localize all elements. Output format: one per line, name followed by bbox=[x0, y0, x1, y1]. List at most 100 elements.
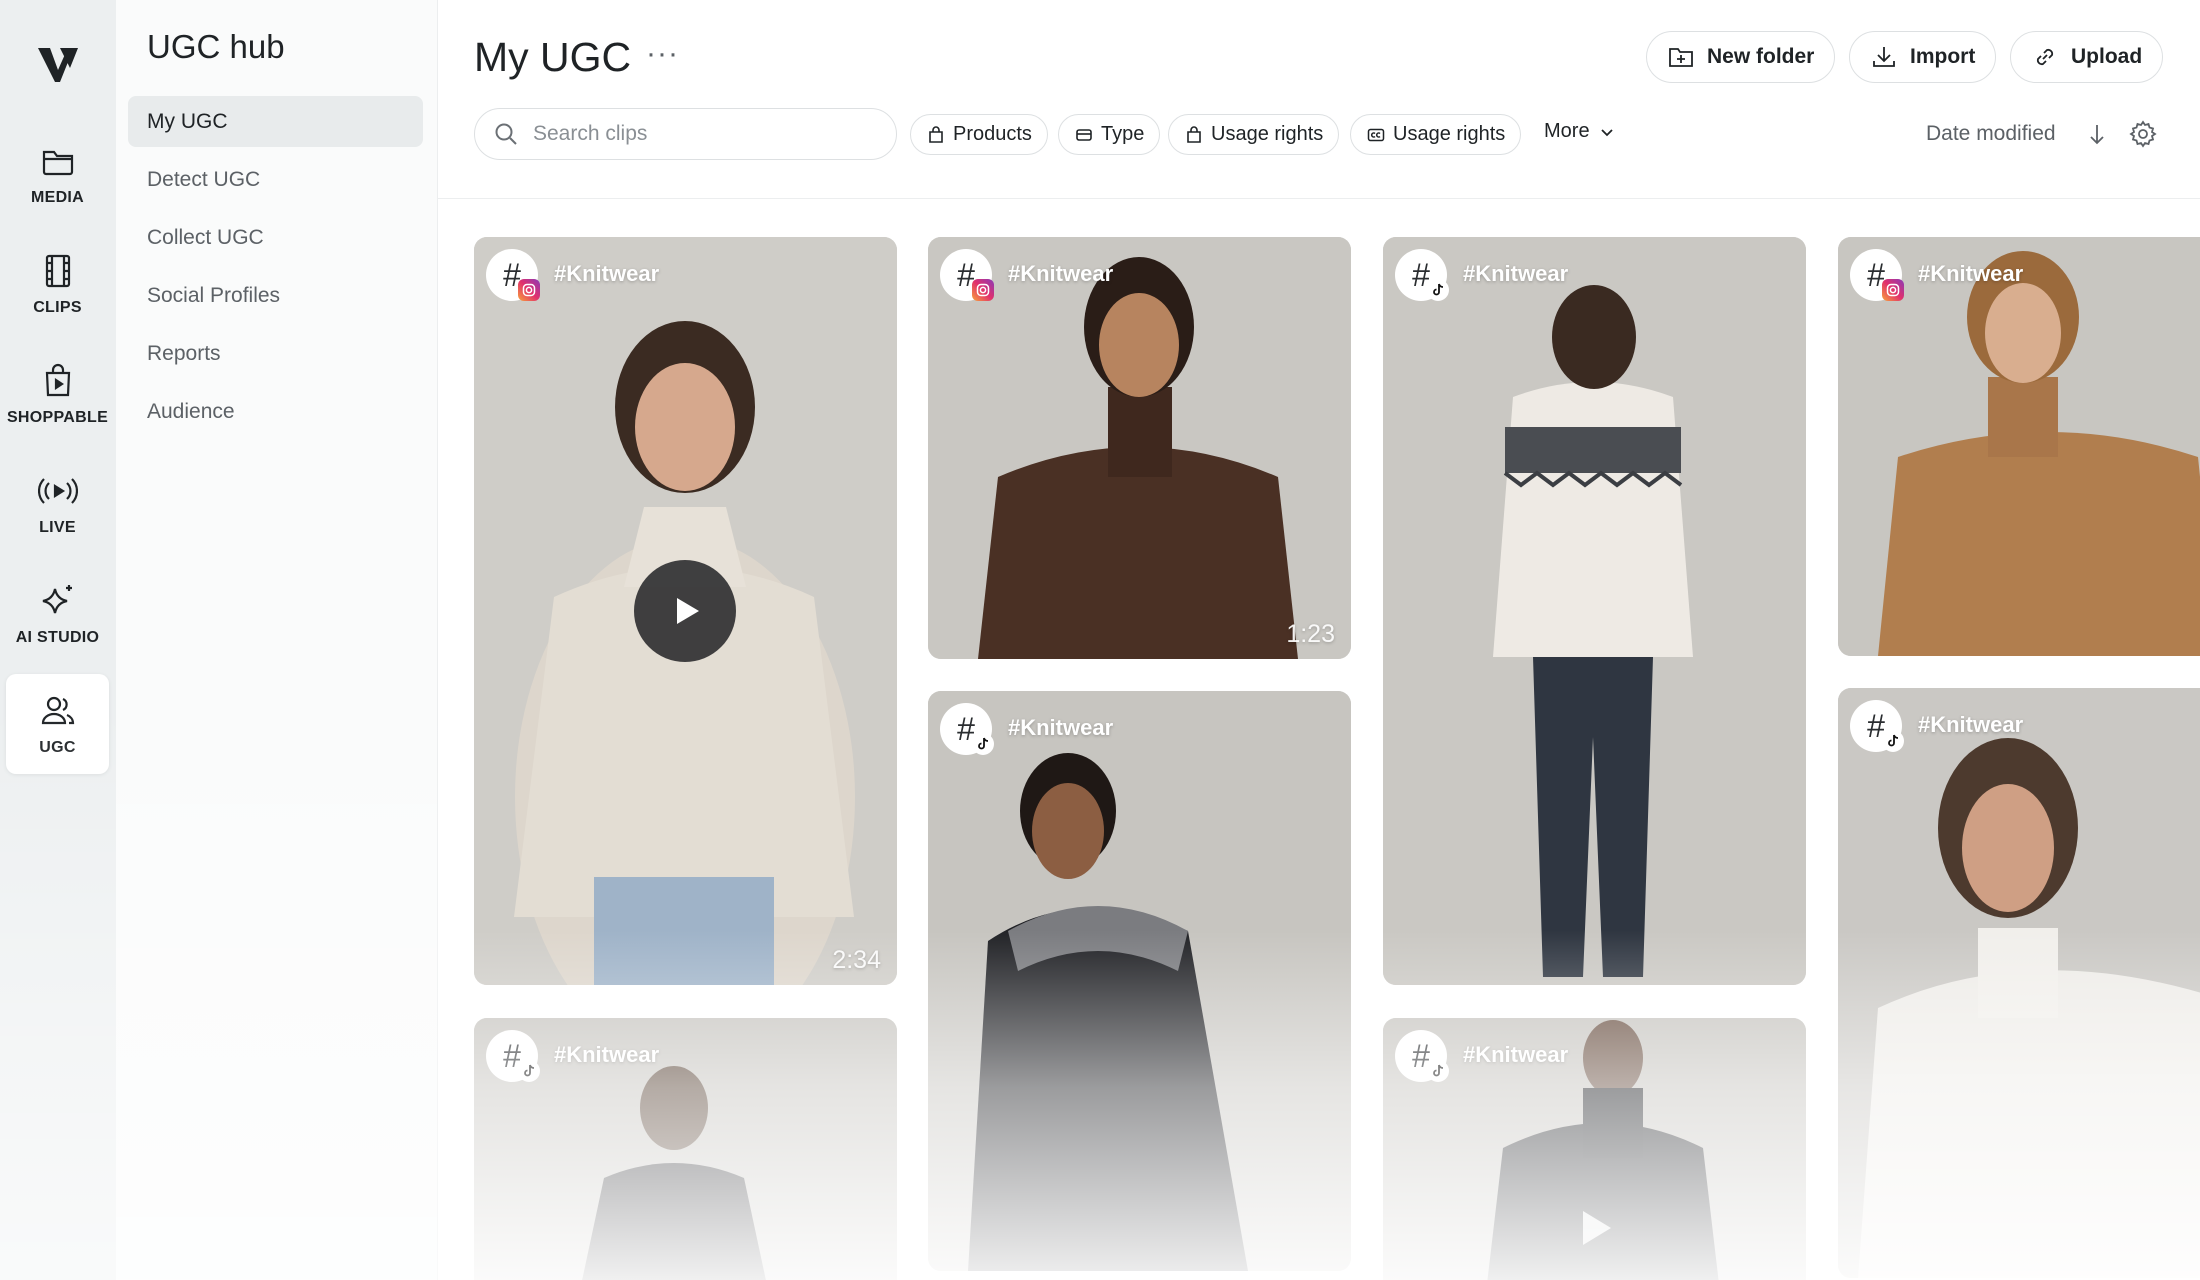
hashtag-label: #Knitwear bbox=[554, 261, 660, 286]
clip-thumbnail bbox=[1838, 688, 2200, 1278]
hashtag-badge: # bbox=[1395, 1030, 1449, 1082]
rail-item-label: MEDIA bbox=[30, 189, 85, 206]
new-folder-button[interactable]: New folder bbox=[1646, 31, 1836, 83]
instagram-icon bbox=[972, 279, 994, 301]
ugc-card[interactable]: # #Knitwear bbox=[1383, 1018, 1806, 1280]
filter-type[interactable]: Type bbox=[1058, 114, 1161, 155]
search-input[interactable] bbox=[533, 122, 853, 146]
sidebar-item-social-profiles[interactable]: Social Profiles bbox=[128, 270, 423, 321]
hashtag-badge: # bbox=[486, 1030, 540, 1082]
filter-label: Type bbox=[1101, 123, 1145, 145]
rail-item-live[interactable]: LIVE bbox=[6, 454, 109, 554]
sidebar-title: UGC hub bbox=[147, 28, 285, 65]
hashtag-label: #Knitwear bbox=[1008, 715, 1114, 740]
sidebar-item-my-ugc[interactable]: My UGC bbox=[128, 96, 423, 147]
play-button[interactable] bbox=[634, 560, 736, 662]
rail-item-label: AI STUDIO bbox=[15, 629, 100, 646]
sidebar-item-audience[interactable]: Audience bbox=[128, 386, 423, 437]
rail-item-label: LIVE bbox=[39, 519, 76, 536]
shopping-bag-play-icon bbox=[45, 363, 70, 397]
duration-label: 2:34 bbox=[832, 946, 881, 974]
ugc-card[interactable]: # #Knitwear 1:23 bbox=[928, 237, 1351, 659]
sort-descending-icon[interactable] bbox=[2084, 120, 2110, 148]
sort-dropdown[interactable]: Date modified bbox=[1926, 122, 2056, 146]
clip-thumbnail bbox=[928, 691, 1351, 1271]
ugc-card[interactable]: # #Knitwear bbox=[1838, 237, 2200, 656]
hashtag-label: #Knitwear bbox=[1918, 712, 2024, 737]
card-icon bbox=[1076, 128, 1092, 141]
filter-usage-rights[interactable]: Usage rights bbox=[1168, 114, 1340, 155]
rail-item-label: SHOPPABLE bbox=[6, 409, 109, 426]
folder-icon bbox=[42, 150, 73, 176]
rail-item-clips[interactable]: CLIPS bbox=[6, 234, 109, 334]
upload-label: Upload bbox=[2071, 45, 2143, 68]
ugc-card[interactable]: # #Knitwear bbox=[928, 691, 1351, 1271]
chevron-down-icon bbox=[1600, 128, 1613, 136]
hashtag-badge: # bbox=[1395, 249, 1449, 301]
new-folder-label: New folder bbox=[1707, 45, 1815, 68]
import-label: Import bbox=[1910, 45, 1976, 68]
broadcast-icon bbox=[37, 478, 78, 504]
rail-item-label: UGC bbox=[39, 739, 76, 756]
filter-usage-rights-cc[interactable]: Usage rights bbox=[1350, 114, 1522, 155]
sidebar-item-collect-ugc[interactable]: Collect UGC bbox=[128, 212, 423, 263]
gear-icon[interactable] bbox=[2128, 119, 2158, 149]
sidebar-item-reports[interactable]: Reports bbox=[128, 328, 423, 379]
duration-label: 1:23 bbox=[1286, 620, 1335, 648]
download-icon bbox=[1873, 47, 1895, 67]
rail-item-shoppable[interactable]: SHOPPABLE bbox=[6, 344, 109, 444]
hashtag-label: #Knitwear bbox=[1463, 261, 1569, 286]
tiktok-icon bbox=[1427, 279, 1449, 301]
instagram-icon bbox=[1882, 279, 1904, 301]
ugc-card[interactable]: # #Knitwear bbox=[474, 1018, 897, 1280]
sparkle-icon bbox=[42, 585, 72, 614]
filter-label: Products bbox=[953, 123, 1032, 145]
import-button[interactable]: Import bbox=[1849, 31, 1997, 83]
rail-item-media[interactable]: MEDIA bbox=[6, 124, 109, 224]
ugc-card[interactable]: # #Knitwear bbox=[1838, 688, 2200, 1278]
hashtag-badge: # bbox=[940, 703, 994, 755]
sidebar-item-detect-ugc[interactable]: Detect UGC bbox=[128, 154, 423, 205]
hashtag-label: #Knitwear bbox=[1008, 261, 1114, 286]
icon-rail: MEDIA CLIPS SHOPPABLE LIVE AI STUDIO UGC bbox=[0, 0, 116, 1280]
more-options-button[interactable]: ··· bbox=[646, 39, 679, 69]
ugc-card[interactable]: # #Knitwear bbox=[1383, 237, 1806, 985]
upload-button[interactable]: Upload bbox=[2010, 31, 2164, 83]
tiktok-icon bbox=[972, 733, 994, 755]
hashtag-label: #Knitwear bbox=[1463, 1042, 1569, 1067]
hashtag-label: #Knitwear bbox=[554, 1042, 660, 1067]
folder-plus-icon bbox=[1669, 48, 1693, 67]
hashtag-badge: # bbox=[1850, 249, 1904, 301]
users-icon bbox=[41, 696, 74, 725]
tiktok-icon bbox=[518, 1060, 540, 1082]
film-icon bbox=[45, 254, 70, 288]
ugc-card[interactable]: # #Knitwear 2:34 bbox=[474, 237, 897, 985]
rail-item-label: CLIPS bbox=[33, 299, 82, 316]
brand-logo-icon[interactable] bbox=[36, 44, 80, 84]
header-divider bbox=[438, 198, 2200, 199]
filter-products[interactable]: Products bbox=[910, 114, 1048, 155]
link-icon bbox=[2036, 48, 2054, 66]
tiktok-icon bbox=[1427, 1060, 1449, 1082]
page-title: My UGC bbox=[474, 34, 632, 80]
hashtag-label: #Knitwear bbox=[1918, 261, 2024, 286]
cc-icon bbox=[1367, 128, 1385, 141]
bag-icon bbox=[929, 125, 943, 143]
search-field[interactable] bbox=[474, 108, 897, 160]
rail-item-ugc[interactable]: UGC bbox=[6, 674, 109, 774]
filter-label: Usage rights bbox=[1211, 123, 1324, 145]
hashtag-badge: # bbox=[940, 249, 994, 301]
play-icon bbox=[677, 598, 699, 624]
clip-thumbnail bbox=[1383, 237, 1806, 985]
ugc-sidebar: UGC hub My UGC Detect UGC Collect UGC So… bbox=[116, 0, 438, 1280]
play-icon[interactable] bbox=[1579, 1208, 1615, 1248]
search-icon bbox=[495, 123, 517, 145]
tiktok-icon bbox=[1882, 730, 1904, 752]
hashtag-badge: # bbox=[486, 249, 540, 301]
hashtag-badge: # bbox=[1850, 700, 1904, 752]
more-filters-label: More bbox=[1544, 120, 1590, 142]
instagram-icon bbox=[518, 279, 540, 301]
rail-item-ai-studio[interactable]: AI STUDIO bbox=[6, 564, 109, 664]
more-filters-dropdown[interactable]: More bbox=[1544, 120, 1616, 143]
clip-thumbnail bbox=[928, 237, 1351, 659]
